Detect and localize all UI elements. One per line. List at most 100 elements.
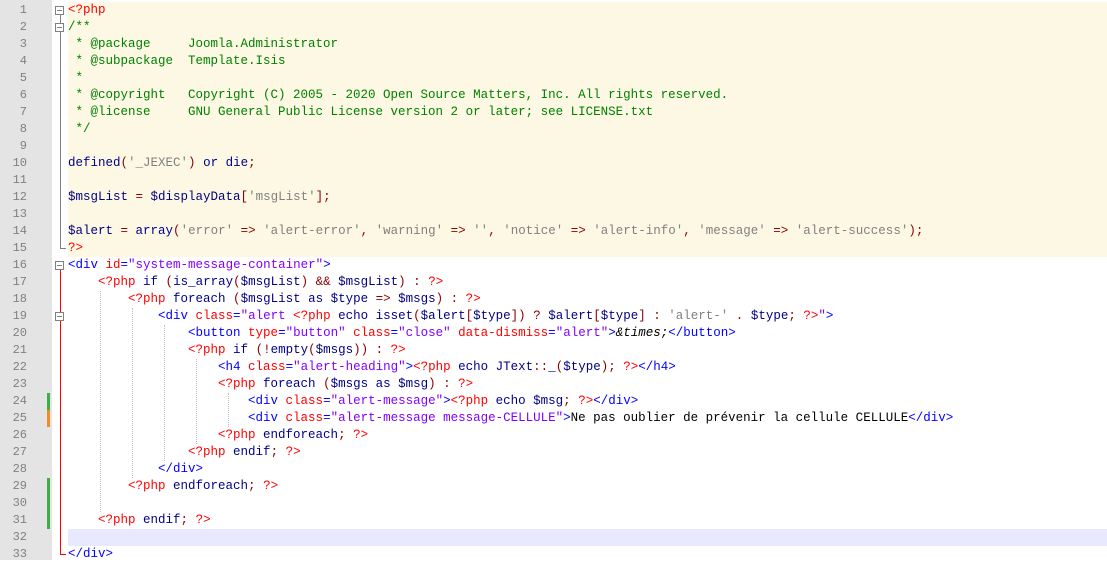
code-text[interactable]: [68, 138, 1107, 155]
code-text[interactable]: <?php if (!empty($msgs)) : ?>: [68, 342, 1107, 359]
code-line[interactable]: 21 <?php if (!empty($msgs)) : ?>: [0, 342, 1107, 359]
code-text[interactable]: * @copyright Copyright (C) 2005 - 2020 O…: [68, 87, 1107, 104]
code-text[interactable]: */: [68, 121, 1107, 138]
code-text[interactable]: <?php: [68, 2, 1107, 19]
code-line[interactable]: 8 */: [0, 121, 1107, 138]
code-text[interactable]: <?php foreach ($msgs as $msg) : ?>: [68, 376, 1107, 393]
code-text[interactable]: [68, 495, 1107, 512]
code-line[interactable]: 31 <?php endif; ?>: [0, 512, 1107, 529]
code-line[interactable]: 2 /**: [0, 19, 1107, 36]
code-line[interactable]: 5 *: [0, 70, 1107, 87]
code-token: <?php: [98, 513, 136, 527]
code-line[interactable]: 30: [0, 495, 1107, 512]
code-text[interactable]: [68, 172, 1107, 189]
code-line[interactable]: 12 $msgList = $displayData['msgList'];: [0, 189, 1107, 206]
code-line[interactable]: 13: [0, 206, 1107, 223]
code-text[interactable]: <?php if (is_array($msgList) && $msgList…: [68, 274, 1107, 291]
code-token: $msg: [533, 394, 564, 408]
code-line[interactable]: 22 <h4 class="alert-heading"><?php echo …: [0, 359, 1107, 376]
code-line[interactable]: 24 <div class="alert-message"><?php echo…: [0, 393, 1107, 410]
code-line[interactable]: 9: [0, 138, 1107, 155]
code-token: </div>: [68, 547, 114, 561]
fold-toggle-icon[interactable]: [55, 6, 64, 15]
code-line[interactable]: 4 * @subpackage Template.Isis: [0, 53, 1107, 70]
code-token: =>: [765, 224, 796, 238]
code-line[interactable]: 15 ?>: [0, 240, 1107, 257]
code-line[interactable]: 11: [0, 172, 1107, 189]
code-line[interactable]: 27 <?php endif; ?>: [0, 444, 1107, 461]
code-text[interactable]: * @subpackage Template.Isis: [68, 53, 1107, 70]
code-line[interactable]: 14 $alert = array('error' => 'alert-error…: [0, 223, 1107, 240]
fold-toggle-icon[interactable]: [55, 23, 64, 32]
code-text[interactable]: $alert = array('error' => 'alert-error',…: [68, 223, 1107, 240]
code-text[interactable]: <?php foreach ($msgList as $type => $msg…: [68, 291, 1107, 308]
code-text[interactable]: <h4 class="alert-heading"><?php echo JTe…: [68, 359, 1107, 376]
code-line[interactable]: 28 </div>: [0, 461, 1107, 478]
code-line[interactable]: 33 </div>: [0, 546, 1107, 563]
code-line[interactable]: 19 <div class="alert <?php echo isset($a…: [0, 308, 1107, 325]
code-line[interactable]: 7 * @license GNU General Public License …: [0, 104, 1107, 121]
code-token: "button": [285, 326, 346, 340]
code-token: <?php: [188, 445, 226, 459]
code-text[interactable]: <div class="alert-message message-CELLUL…: [68, 410, 1107, 427]
code-text[interactable]: <div class="alert-message"><?php echo $m…: [68, 393, 1107, 410]
code-text[interactable]: <div id="system-message-container">: [68, 257, 1107, 274]
code-line[interactable]: 17 <?php if (is_array($msgList) && $msgL…: [0, 274, 1107, 291]
fold-range-line: [60, 15, 61, 249]
code-line[interactable]: 10 defined('_JEXEC') or die;: [0, 155, 1107, 172]
code-token: >: [405, 360, 414, 374]
code-text[interactable]: <?php endforeach; ?>: [68, 427, 1107, 444]
code-token: ::: [533, 360, 549, 374]
code-line[interactable]: 6 * @copyright Copyright (C) 2005 - 2020…: [0, 87, 1107, 104]
code-text[interactable]: * @package Joomla.Administrator: [68, 36, 1107, 53]
code-token: array: [135, 224, 174, 238]
code-text[interactable]: <?php endif; ?>: [68, 444, 1107, 461]
code-token: [: [240, 190, 249, 204]
code-text[interactable]: /**: [68, 19, 1107, 36]
code-line[interactable]: 26 <?php endforeach; ?>: [0, 427, 1107, 444]
code-token: "alert-heading": [293, 360, 406, 374]
code-line[interactable]: 32: [0, 529, 1107, 546]
code-line[interactable]: 25 <div class="alert-message message-CEL…: [0, 410, 1107, 427]
code-token: <?php: [128, 479, 166, 493]
code-token: id: [105, 258, 121, 272]
code-token: <?php: [218, 428, 256, 442]
code-token: class: [248, 360, 286, 374]
code-line[interactable]: 20 <button type="button" class="close" d…: [0, 325, 1107, 342]
code-text[interactable]: <?php endforeach; ?>: [68, 478, 1107, 495]
code-token: =>: [563, 224, 594, 238]
code-token: ;: [248, 156, 256, 170]
code-text[interactable]: <?php endif; ?>: [68, 512, 1107, 529]
code-token: <button: [188, 326, 249, 340]
line-number: 33: [12, 547, 27, 561]
code-line[interactable]: 29 <?php endforeach; ?>: [0, 478, 1107, 495]
code-text[interactable]: <div class="alert <?php echo isset($aler…: [68, 308, 1107, 325]
code-line[interactable]: 1 <?php: [0, 2, 1107, 19]
code-text[interactable]: <button type="button" class="close" data…: [68, 325, 1107, 342]
code-token: $msgList: [240, 275, 301, 289]
code-text[interactable]: *: [68, 70, 1107, 87]
code-text[interactable]: [68, 529, 1107, 546]
fold-toggle-icon[interactable]: [55, 312, 64, 321]
code-line[interactable]: 18 <?php foreach ($msgList as $type => $…: [0, 291, 1107, 308]
code-text[interactable]: $msgList = $displayData['msgList'];: [68, 189, 1107, 206]
code-token: $msgList: [240, 292, 301, 306]
code-line[interactable]: 23 <?php foreach ($msgs as $msg) : ?>: [0, 376, 1107, 393]
code-text[interactable]: </div>: [68, 461, 1107, 478]
code-line[interactable]: 3 * @package Joomla.Administrator: [0, 36, 1107, 53]
fold-toggle-icon[interactable]: [55, 261, 64, 270]
code-text[interactable]: * @license GNU General Public License ve…: [68, 104, 1107, 121]
code-line[interactable]: 16 <div id="system-message-container">: [0, 257, 1107, 274]
code-text[interactable]: [68, 206, 1107, 223]
code-editor[interactable]: 1 <?php 2 /** 3 * @package Joomla.Administra…: [0, 0, 1107, 563]
line-number: 23: [12, 377, 27, 391]
code-text[interactable]: ?>: [68, 240, 1107, 257]
code-token: ;: [180, 513, 189, 527]
code-token: <?php: [68, 3, 106, 17]
code-token: =>: [233, 224, 264, 238]
code-text[interactable]: defined('_JEXEC') or die;: [68, 155, 1107, 172]
code-text[interactable]: </div>: [68, 546, 1107, 563]
code-token: ,: [360, 224, 376, 238]
